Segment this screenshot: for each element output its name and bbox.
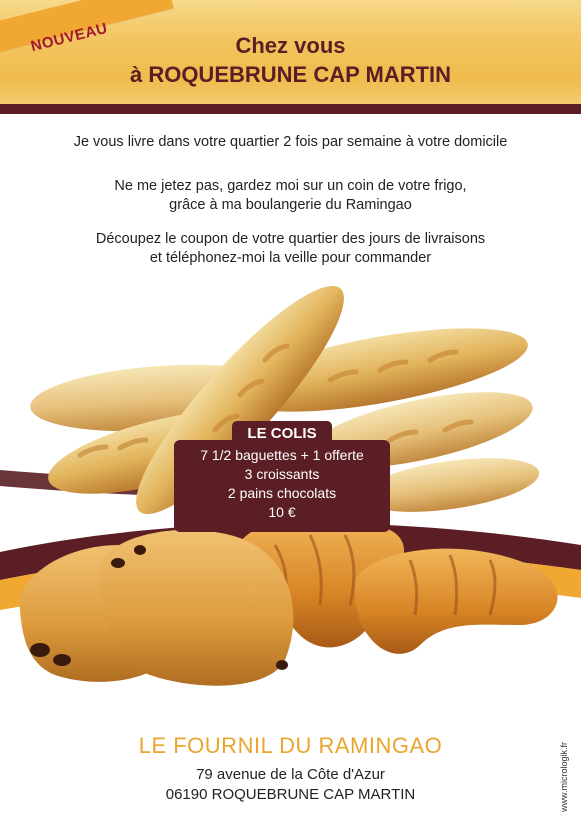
intro-text-2a: Ne me jetez pas, gardez moi sur un coin …: [114, 178, 467, 194]
intro-paragraph-1: Je vous livre dans votre quartier 2 fois…: [0, 133, 581, 152]
colis-item-croissants: 3 croissants: [244, 466, 320, 482]
header-title-line2: à ROQUEBRUNE CAP MARTIN: [129, 62, 452, 87]
address-line-2: 06190 ROQUEBRUNE CAP MARTIN: [165, 786, 416, 803]
intro-text-3a: Découpez le coupon de votre quartier des…: [95, 231, 486, 247]
printer-credit: www.micrologik.fr: [559, 741, 569, 812]
header-title-line1: Chez vous: [235, 33, 346, 58]
colis-title: LE COLIS: [247, 425, 317, 442]
bakery-name: LE FOURNIL DU RAMINGAO: [138, 733, 443, 758]
intro-text-2b: grâce à ma boulangerie du Ramingao: [169, 197, 412, 213]
intro-paragraph-3: Découpez le coupon de votre quartier des…: [0, 230, 581, 268]
intro-text-3b: et téléphonez-moi la veille pour command…: [149, 250, 432, 266]
intro-text-1: Je vous livre dans votre quartier 2 fois…: [73, 134, 508, 150]
header-divider: [0, 104, 581, 114]
colis-item-baguettes: 7 1/2 baguettes + 1 offerte: [200, 447, 364, 463]
colis-price: 10 €: [268, 504, 296, 520]
intro-paragraph-2: Ne me jetez pas, gardez moi sur un coin …: [0, 177, 581, 215]
colis-item-pains-chocolats: 2 pains chocolats: [227, 485, 337, 501]
flyer-page: NOUVEAU Chez vous à ROQUEBRUNE CAP MARTI…: [0, 0, 581, 825]
address-line-1: 79 avenue de la Côte d'Azur: [196, 766, 385, 783]
